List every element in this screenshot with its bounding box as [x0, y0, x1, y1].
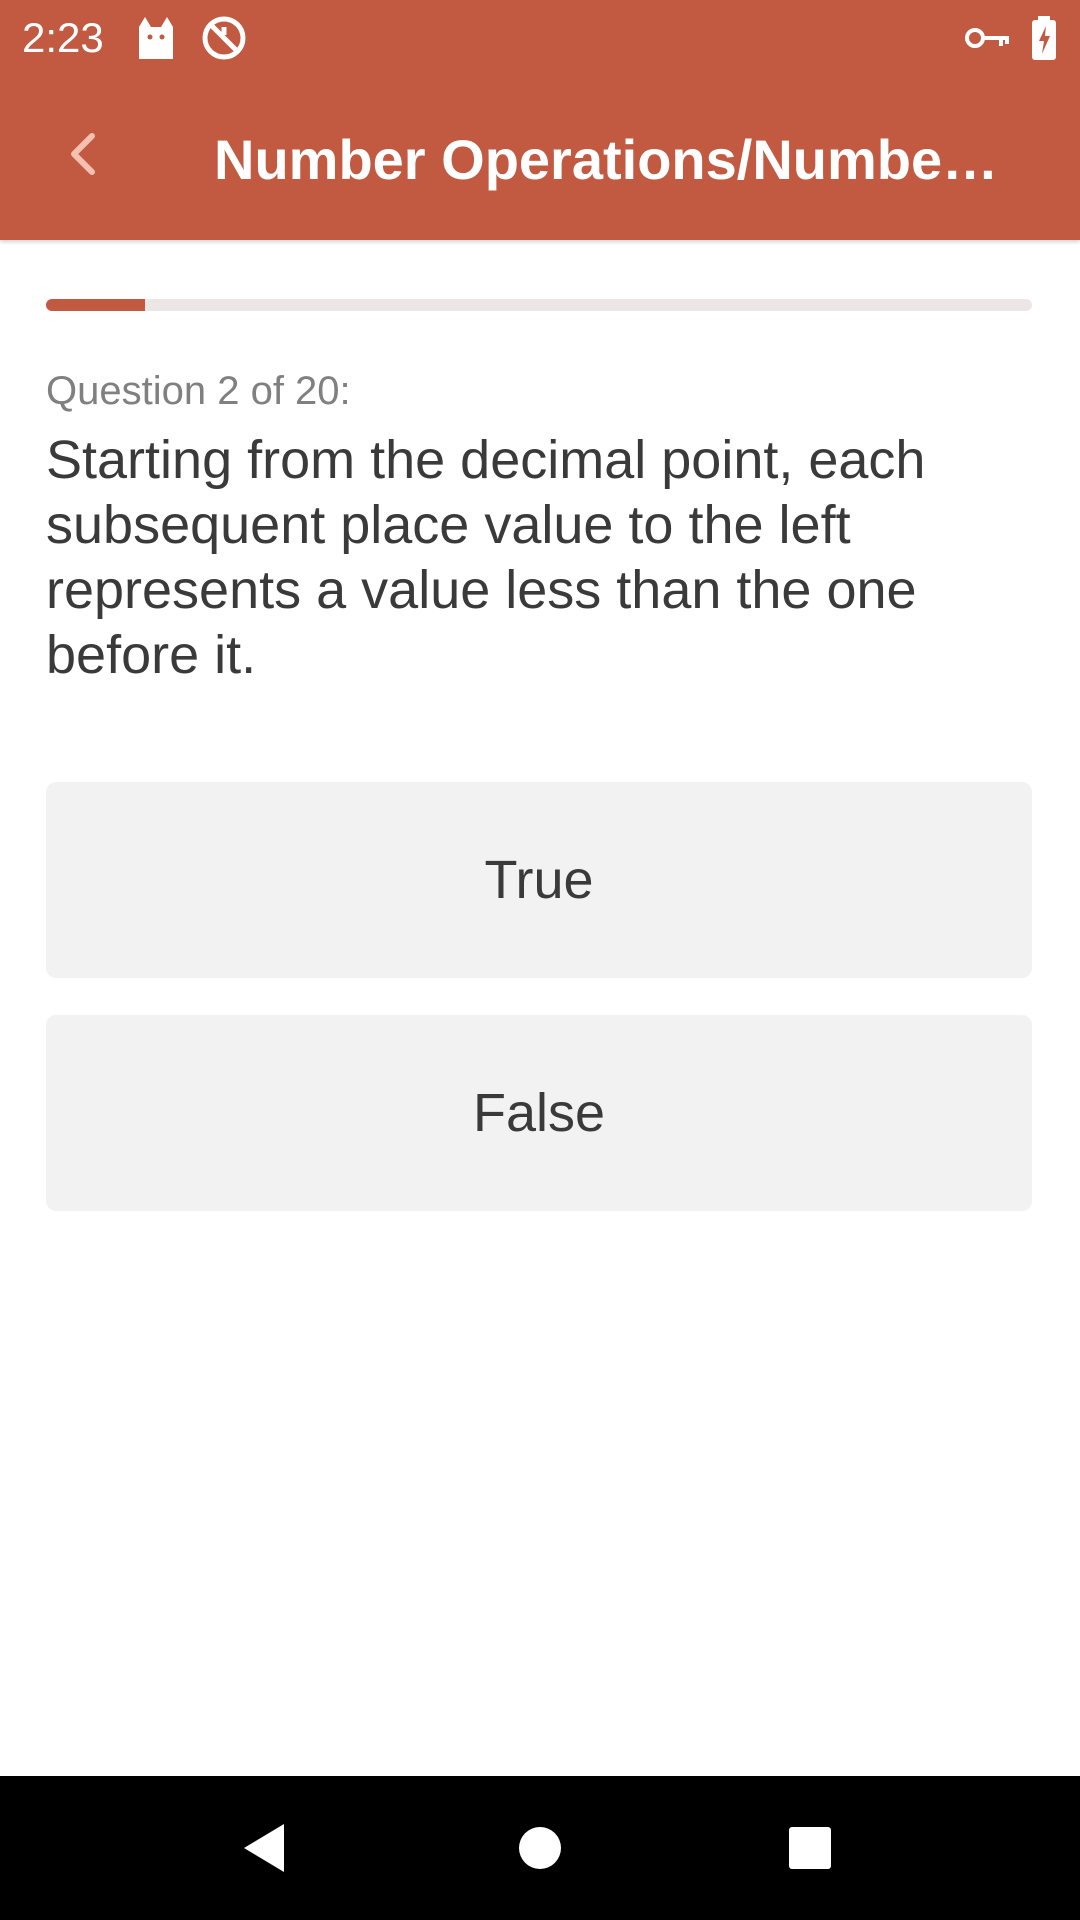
- home-circle-icon: [519, 1827, 561, 1869]
- nav-recents-button[interactable]: [770, 1808, 850, 1888]
- chevron-left-icon: [71, 133, 95, 175]
- quiz-progress-bar: [46, 299, 1032, 311]
- answer-false-label: False: [472, 1083, 606, 1143]
- app-header: 2:23 Number Operations/Numbe…: [0, 0, 1080, 240]
- question-counter: Question 2 of 20:: [46, 369, 351, 413]
- answer-true-label: True: [484, 850, 594, 910]
- answer-true-button[interactable]: True: [46, 782, 1032, 978]
- recents-square-icon: [789, 1827, 831, 1869]
- nav-back-button[interactable]: [224, 1808, 304, 1888]
- quiz-progress-fill: [46, 299, 145, 311]
- no-sync-icon: [198, 12, 250, 64]
- answer-false-button[interactable]: False: [46, 1015, 1032, 1211]
- back-button[interactable]: [46, 118, 118, 190]
- cat-icon: [130, 12, 182, 64]
- nav-home-button[interactable]: [500, 1808, 580, 1888]
- vpn-key-icon: [962, 12, 1014, 64]
- battery-charging-icon: [1018, 12, 1070, 64]
- page-title: Number Operations/Numbe…: [214, 128, 999, 191]
- back-triangle-icon: [244, 1824, 284, 1872]
- system-navigation-bar: [0, 1776, 1080, 1920]
- status-time: 2:23: [22, 14, 104, 61]
- question-text: Starting from the decimal point, each su…: [46, 430, 926, 685]
